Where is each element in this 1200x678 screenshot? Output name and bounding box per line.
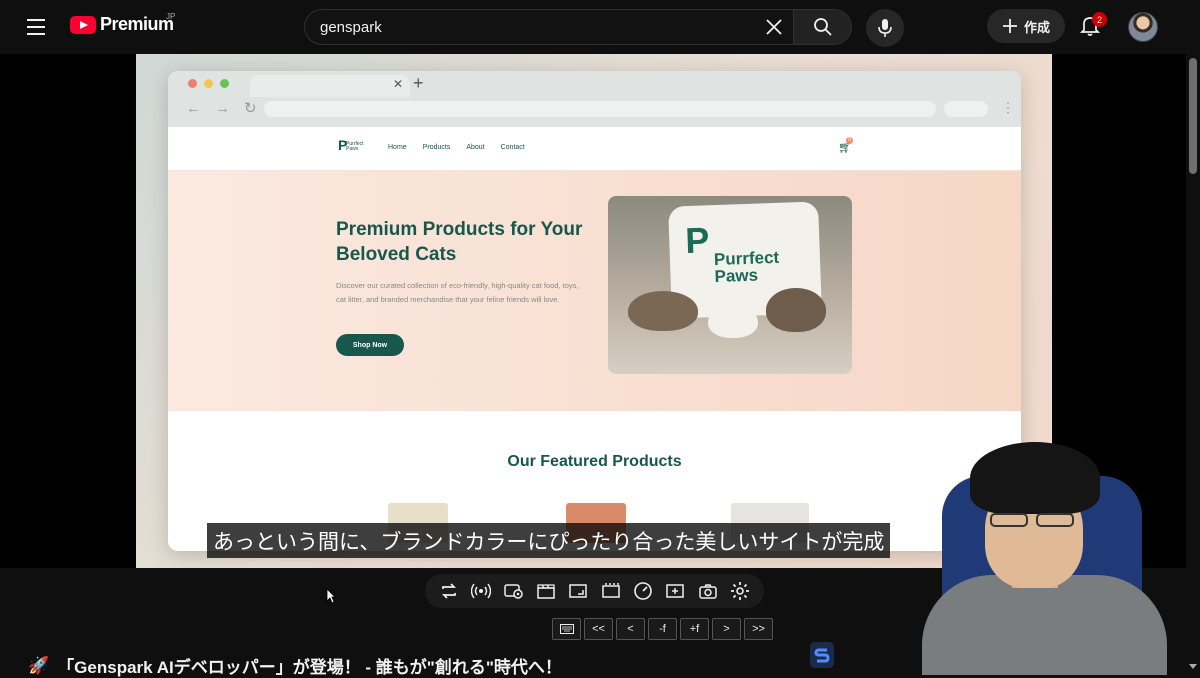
new-tab-icon: + xyxy=(413,73,424,93)
minimize-dot xyxy=(204,79,213,88)
frame-step-controls: << < -f +f > >> xyxy=(552,618,773,640)
site-nav-about: About xyxy=(466,144,485,151)
live-icon[interactable] xyxy=(469,579,493,603)
next-frame-button[interactable]: +f xyxy=(680,618,709,640)
video-title: 🚀 「Genspark AIデベロッパー」が登場！ - 誰もが"創れる"時代へ！ xyxy=(28,653,562,678)
youtube-premium-logo[interactable]: Premium xyxy=(70,14,174,35)
browser-tab xyxy=(250,75,410,97)
browser-chrome: ✕ + ←→↻ ⋮ xyxy=(168,71,1021,127)
presenter-video-overlay xyxy=(842,440,1186,675)
watch-icon[interactable] xyxy=(502,579,526,603)
account-avatar[interactable] xyxy=(1128,12,1158,42)
presenter-glasses xyxy=(990,513,1080,527)
microphone-icon xyxy=(878,19,892,37)
close-icon xyxy=(766,19,782,35)
shop-now-button: Shop Now xyxy=(336,334,404,356)
site-nav-links: Home Products About Contact xyxy=(388,144,525,151)
maximize-dot xyxy=(220,79,229,88)
loop-icon[interactable] xyxy=(437,579,461,603)
hero-section: Premium Products for Your Beloved Cats D… xyxy=(168,171,1021,411)
forward-button[interactable]: > xyxy=(712,618,741,640)
browser-menu-icon: ⋮ xyxy=(1001,99,1015,115)
region-label: JP xyxy=(166,12,176,21)
brand-label: Premium xyxy=(100,14,174,34)
hero-cat-photo: P Purrfect Paws xyxy=(608,196,852,374)
menu-button[interactable] xyxy=(22,14,50,40)
search-box: genspark xyxy=(304,9,852,45)
page-scrollbar[interactable] xyxy=(1186,54,1200,675)
extension-s-icon[interactable] xyxy=(810,642,834,668)
hero-description: Discover our curated collection of eco-f… xyxy=(336,281,579,304)
keyboard-icon xyxy=(559,624,574,634)
site-nav-products: Products xyxy=(422,144,451,151)
top-bar: Premium JP genspark 作成 2 xyxy=(0,0,1200,54)
presenter-hair xyxy=(970,442,1100,514)
caption-text: あっという間に、ブランドカラーにぴったり合った美しいサイトが完成 xyxy=(207,523,891,558)
previous-frame-button[interactable]: -f xyxy=(648,618,677,640)
s-logo-icon xyxy=(814,648,830,663)
browser-extension-slot xyxy=(944,101,988,117)
forward-far-button[interactable]: >> xyxy=(744,618,773,640)
search-icon xyxy=(813,18,832,36)
kitten-white xyxy=(708,306,758,338)
settings-icon[interactable] xyxy=(728,579,752,603)
keyboard-toggle-button[interactable] xyxy=(552,618,581,640)
address-bar xyxy=(264,101,936,117)
clear-search-button[interactable] xyxy=(757,10,791,44)
rewind-far-button[interactable]: << xyxy=(584,618,613,640)
site-logo: P Purrfect Paws xyxy=(338,137,366,159)
site-nav-home: Home xyxy=(388,144,407,151)
extension-control-bar xyxy=(425,574,764,608)
create-label: 作成 xyxy=(1023,19,1050,35)
kitten-left xyxy=(628,291,698,331)
scroll-down-arrow[interactable] xyxy=(1189,664,1197,669)
create-button[interactable]: 作成 xyxy=(987,9,1065,43)
cart-count-badge: 0 xyxy=(846,137,853,144)
site-navbar: P Purrfect Paws Home Products About Cont… xyxy=(168,127,1021,171)
youtube-play-icon xyxy=(70,15,96,34)
video-title-text: 「Genspark AIデベロッパー」が登場！ - 誰もが"創れる"時代へ！ xyxy=(57,658,562,677)
search-button[interactable] xyxy=(793,10,851,44)
rocket-icon: 🚀 xyxy=(28,655,50,675)
scrollbar-thumb[interactable] xyxy=(1189,58,1197,174)
kitten-right xyxy=(766,288,826,332)
site-logo-text: Purrfect Paws xyxy=(346,141,364,152)
tab-close-icon: ✕ xyxy=(393,77,404,91)
speed-gauge-icon[interactable] xyxy=(631,579,655,603)
site-nav-contact: Contact xyxy=(500,144,525,151)
presenter-shirt xyxy=(922,575,1167,675)
hamburger-icon xyxy=(27,19,45,21)
screen-icon[interactable] xyxy=(566,579,590,603)
add-clip-icon[interactable] xyxy=(663,579,687,603)
pillow-logo-mark: P xyxy=(684,219,711,262)
hero-title: Premium Products for Your Beloved Cats xyxy=(336,219,583,265)
hamburger-line xyxy=(27,33,45,35)
mouse-cursor-icon xyxy=(326,588,336,604)
search-input[interactable]: genspark xyxy=(305,10,757,44)
pillow-logo-text: Purrfect Paws xyxy=(713,247,780,287)
rewind-button[interactable]: < xyxy=(616,618,645,640)
browser-nav-icons: ←→↻ xyxy=(186,100,271,117)
hamburger-line xyxy=(27,26,45,28)
clapper-icon[interactable] xyxy=(534,579,558,603)
close-dot xyxy=(188,79,197,88)
plus-icon xyxy=(1002,19,1017,33)
voice-search-button[interactable] xyxy=(866,9,904,47)
notification-badge: 2 xyxy=(1092,12,1107,27)
subtitle-frame-icon[interactable] xyxy=(599,579,623,603)
camera-icon[interactable] xyxy=(696,579,720,603)
